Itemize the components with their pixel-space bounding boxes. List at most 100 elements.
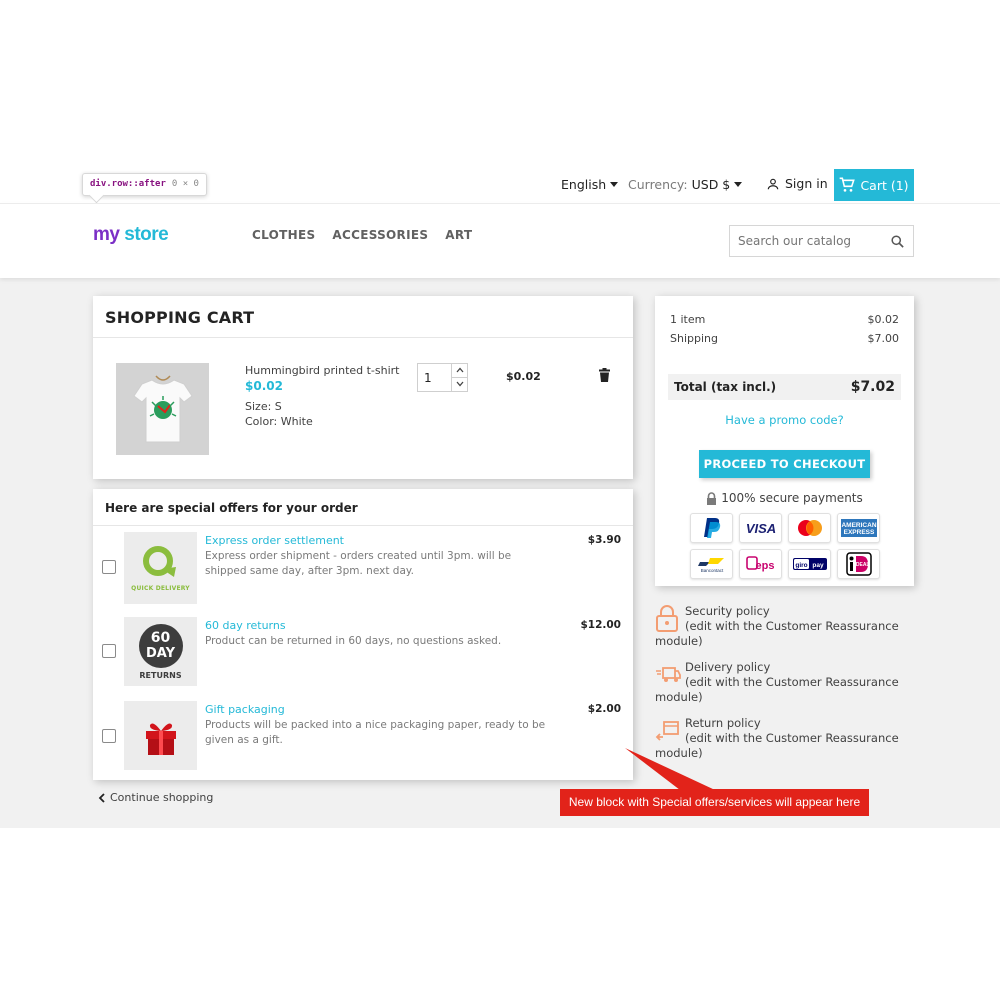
- logo-word-store: store: [124, 224, 169, 245]
- offer-checkbox[interactable]: [102, 644, 116, 658]
- offer-item: QUICK DELIVERY Express order settlement …: [93, 532, 633, 608]
- cart-button[interactable]: Cart (1): [834, 169, 914, 201]
- product-size: Size: S: [245, 400, 282, 413]
- trash-icon[interactable]: [599, 368, 610, 382]
- quick-delivery-text: QUICK DELIVERY: [131, 584, 190, 592]
- caret-down-icon: [734, 182, 743, 187]
- summary-total-value: $7.02: [850, 379, 895, 395]
- visa-logo: VISA: [739, 513, 782, 543]
- product-image[interactable]: [116, 363, 209, 455]
- reassurance-title: Delivery policy: [685, 660, 771, 674]
- returns-badge: 60 DAY: [138, 623, 183, 668]
- special-offers-card: Here are special offers for your order Q…: [93, 489, 633, 780]
- search-box: [729, 225, 914, 257]
- offer-price: $2.00: [587, 703, 621, 715]
- continue-shopping-link[interactable]: Continue shopping: [98, 791, 213, 804]
- bancontact-logo: Bancontact: [690, 549, 733, 579]
- return-box-icon: [655, 721, 679, 741]
- quantity-input[interactable]: [418, 364, 452, 391]
- continue-shopping-label: Continue shopping: [110, 791, 214, 804]
- reassurance-return: Return policy (edit with the Customer Re…: [655, 716, 915, 761]
- sign-in-link[interactable]: Sign in: [766, 176, 828, 191]
- svg-text:eps: eps: [755, 560, 774, 572]
- product-price: $0.02: [245, 379, 283, 393]
- sign-in-label: Sign in: [785, 176, 828, 191]
- main-menu: CLOTHES ACCESSORIES ART: [252, 228, 472, 242]
- offer-description: Product can be returned in 60 days, no q…: [205, 635, 502, 647]
- svg-text:pay: pay: [812, 562, 824, 569]
- returns-badge-caption: RETURNS: [139, 670, 182, 680]
- callout-banner: New block with Special offers/services w…: [560, 789, 869, 816]
- user-icon: [767, 178, 779, 189]
- visa-icon: VISA: [745, 521, 775, 535]
- main-content: SHOPPING CART Hummingbird printed t-shir…: [0, 278, 1000, 828]
- amex-logo: AMERICAN EXPRESS: [837, 513, 880, 543]
- amex-icon: AMERICANEXPRESS: [840, 519, 877, 537]
- search-icon[interactable]: [890, 234, 905, 249]
- gift-icon: [145, 722, 176, 755]
- currency-label: Currency:: [628, 177, 688, 192]
- svg-text:giro: giro: [795, 562, 807, 569]
- special-offers-title: Here are special offers for your order: [93, 489, 633, 526]
- offer-description: Products will be packed into a nice pack…: [205, 719, 546, 746]
- chevron-down-icon: [456, 381, 463, 387]
- promo-code-link[interactable]: Have a promo code?: [655, 413, 914, 427]
- reassurance-description-end: module): [655, 746, 703, 760]
- svg-text:Bancontact: Bancontact: [700, 568, 723, 573]
- offer-item: Gift packaging Products will be packed i…: [93, 701, 633, 777]
- language-selector[interactable]: English: [561, 177, 619, 192]
- store-logo[interactable]: my store: [93, 224, 169, 246]
- offer-title[interactable]: 60 day returns: [205, 619, 286, 632]
- offer-item: 60 DAY RETURNS 60 day returns Product ca…: [93, 617, 633, 693]
- offer-checkbox[interactable]: [102, 729, 116, 743]
- tshirt-image: [132, 375, 193, 443]
- reassurance-title: Security policy: [685, 604, 770, 618]
- reassurance-delivery: Delivery policy (edit with the Customer …: [655, 660, 915, 705]
- quantity-increase-button[interactable]: [452, 364, 467, 378]
- quantity-decrease-button[interactable]: [452, 378, 467, 392]
- chevron-left-icon: [98, 792, 105, 803]
- mastercard-icon: [797, 520, 822, 536]
- product-color: Color: White: [245, 415, 313, 428]
- reassurance-description-end: module): [655, 690, 703, 704]
- menu-item-clothes[interactable]: CLOTHES: [252, 228, 315, 242]
- paypal-logo: [690, 513, 733, 543]
- quantity-spinner: [451, 364, 467, 391]
- ideal-icon: iDEAL: [845, 552, 872, 576]
- offer-title[interactable]: Express order settlement: [205, 534, 344, 547]
- search-input[interactable]: [730, 226, 880, 256]
- offer-checkbox[interactable]: [102, 560, 116, 574]
- gift-packaging-image: [124, 701, 197, 770]
- summary-items-label: 1 item: [670, 313, 706, 326]
- summary-items-row: 1 item $0.02: [670, 313, 899, 326]
- cart-summary-card: 1 item $0.02 Shipping $7.00 Total (tax i…: [655, 296, 914, 586]
- menu-item-accessories[interactable]: ACCESSORIES: [332, 228, 428, 242]
- shopping-cart-icon: [840, 177, 856, 192]
- offer-price: $12.00: [580, 619, 621, 631]
- paypal-icon: [703, 518, 720, 538]
- summary-shipping-label: Shipping: [670, 332, 718, 345]
- product-name[interactable]: Hummingbird printed t-shirt: [245, 364, 400, 377]
- secure-payments: 100% secure payments: [655, 491, 914, 505]
- padlock-icon: [656, 605, 678, 632]
- returns-60-day-image: 60 DAY RETURNS: [124, 617, 197, 686]
- top-nav: English Currency: USD $ Sign in Cart (1): [0, 168, 1000, 203]
- returns-badge-unit: DAY: [145, 645, 176, 661]
- reassurance-description: (edit with the Customer Reassurance: [685, 619, 899, 633]
- menu-item-art[interactable]: ART: [445, 228, 472, 242]
- svg-text:VISA: VISA: [745, 521, 775, 535]
- cart-label: Cart (1): [860, 177, 909, 193]
- mastercard-logo: [788, 513, 831, 543]
- offer-title[interactable]: Gift packaging: [205, 703, 285, 716]
- line-total: $0.02: [506, 370, 541, 383]
- secure-payments-label: 100% secure payments: [721, 491, 863, 505]
- summary-shipping-row: Shipping $7.00: [670, 332, 899, 345]
- lock-icon: [707, 491, 717, 505]
- currency-selector[interactable]: Currency: USD $: [628, 177, 743, 192]
- reassurance-description: (edit with the Customer Reassurance: [685, 675, 899, 689]
- proceed-to-checkout-button[interactable]: PROCEED TO CHECKOUT: [699, 450, 870, 478]
- reassurance-title: Return policy: [685, 716, 761, 730]
- caret-down-icon: [610, 182, 619, 187]
- giropay-icon: giro pay: [792, 558, 827, 570]
- payment-methods: VISA AMERICAN EXPRESS Bancontact eps giro…: [690, 513, 880, 579]
